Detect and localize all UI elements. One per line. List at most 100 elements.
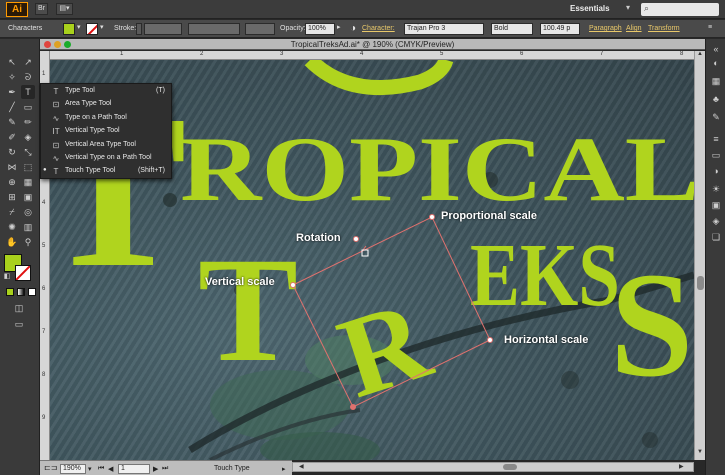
color-mode-icon[interactable] <box>6 288 14 296</box>
flyout-item-area-type-tool[interactable]: ⊡ Area Type Tool <box>41 98 171 111</box>
variable-width-profile-select[interactable] <box>188 23 240 35</box>
appearance-panel-icon[interactable]: ☀ <box>710 183 722 195</box>
vertical-scrollbar[interactable]: ▲ ▼ <box>694 51 705 460</box>
rotation-handle[interactable] <box>353 236 359 242</box>
previous-artboard-icon[interactable]: ◀ <box>108 465 113 473</box>
scroll-down-icon[interactable]: ▼ <box>697 449 703 455</box>
eyedropper-tool-icon[interactable]: ⌿ <box>5 205 19 219</box>
stroke-color-swatch[interactable] <box>15 265 31 281</box>
column-graph-tool-icon[interactable]: ▥ <box>21 220 35 234</box>
font-size-field[interactable]: 100.49 p <box>540 23 580 35</box>
rectangle-tool-icon[interactable]: ▭ <box>21 100 35 114</box>
shape-builder-tool-icon[interactable]: ⊕ <box>5 175 19 189</box>
default-colors-icon[interactable]: ◧ <box>2 272 12 282</box>
flyout-item-vertical-type-tool[interactable]: ⅠT Vertical Type Tool <box>41 125 171 138</box>
baseline-origin-handle[interactable] <box>350 404 356 410</box>
transform-panel-link[interactable]: Transform <box>648 25 680 32</box>
type-tool-icon[interactable]: T <box>21 85 35 99</box>
collapse-panels-icon[interactable]: « <box>710 43 722 55</box>
horizontal-ruler[interactable]: 1 2 3 4 5 6 7 8 <box>50 51 694 60</box>
flyout-item-type-on-path-tool[interactable]: ∿ Type on a Path Tool <box>41 112 171 125</box>
chevron-right-icon[interactable]: ▸ <box>337 23 341 31</box>
vertical-scroll-thumb[interactable] <box>697 276 704 290</box>
width-tool-icon[interactable]: ⋈ <box>5 160 19 174</box>
stroke-weight-stepper[interactable] <box>136 23 142 35</box>
gradient-panel-icon[interactable]: ▭ <box>710 149 722 161</box>
recolor-artwork-icon[interactable]: ◑ <box>350 23 356 34</box>
control-bar-menu-icon[interactable]: ≡ <box>708 24 712 31</box>
screen-mode-icon[interactable]: ▭ <box>12 317 26 331</box>
chevron-right-icon[interactable]: ▸ <box>282 465 286 473</box>
gradient-mode-icon[interactable] <box>17 288 25 296</box>
scroll-up-icon[interactable]: ▲ <box>697 51 703 57</box>
stroke-weight-field[interactable] <box>144 23 182 35</box>
zoom-level-field[interactable]: 190% <box>60 464 86 474</box>
horizontal-scale-handle[interactable] <box>487 337 493 343</box>
selection-tool-icon[interactable]: ↖ <box>5 55 19 69</box>
eraser-tool-icon[interactable]: ◈ <box>21 130 35 144</box>
vertical-scale-handle[interactable] <box>290 282 296 288</box>
fill-swatch[interactable] <box>63 23 75 35</box>
direct-selection-tool-icon[interactable]: ↗ <box>21 55 35 69</box>
layers-toggle-icon[interactable]: ⊏⊐ <box>44 463 57 472</box>
chevron-down-icon[interactable]: ▾ <box>77 23 81 31</box>
next-artboard-icon[interactable]: ▶ <box>153 465 158 473</box>
character-panel-link[interactable]: Character: <box>362 25 395 32</box>
zoom-tool-icon[interactable]: ⚲ <box>21 235 35 249</box>
perspective-grid-tool-icon[interactable]: ▦ <box>21 175 35 189</box>
font-style-field[interactable]: Bold <box>491 23 533 35</box>
scroll-right-icon[interactable]: ▶ <box>679 463 684 470</box>
horizontal-scrollbar[interactable]: ◀ ▶ <box>292 462 694 472</box>
proportional-scale-handle[interactable] <box>429 214 435 220</box>
workspace-switcher[interactable]: Essentials <box>570 4 610 13</box>
flyout-item-vertical-area-type-tool[interactable]: ⊡ Vertical Area Type Tool <box>41 139 171 152</box>
scroll-left-icon[interactable]: ◀ <box>299 463 304 470</box>
magic-wand-tool-icon[interactable]: ✧ <box>5 70 19 84</box>
bridge-icon[interactable]: Br <box>35 3 48 15</box>
align-panel-link[interactable]: Align <box>626 25 642 32</box>
transparency-panel-icon[interactable]: ◑ <box>710 165 722 177</box>
graphic-styles-icon[interactable]: ▣ <box>710 199 722 211</box>
symbols-panel-icon[interactable]: ♣ <box>710 93 722 105</box>
first-artboard-icon[interactable]: ⏮ <box>98 465 104 473</box>
flyout-item-vertical-type-on-path-tool[interactable]: ∿ Vertical Type on a Path Tool <box>41 152 171 165</box>
artboard-number-field[interactable]: 1 <box>118 464 150 474</box>
rotate-tool-icon[interactable]: ↻ <box>5 145 19 159</box>
paintbrush-tool-icon[interactable]: ✎ <box>5 115 19 129</box>
flyout-item-type-tool[interactable]: T Type Tool (T) <box>41 85 171 98</box>
artboards-panel-icon[interactable]: ❏ <box>710 231 722 243</box>
blob-brush-tool-icon[interactable]: ✐ <box>5 130 19 144</box>
hand-tool-icon[interactable]: ✋ <box>5 235 19 249</box>
last-artboard-icon[interactable]: ⏭ <box>162 465 168 473</box>
drawing-modes-icon[interactable]: ◫ <box>12 301 26 315</box>
paragraph-panel-link[interactable]: Paragraph <box>589 25 622 32</box>
free-transform-tool-icon[interactable]: ⬚ <box>21 160 35 174</box>
opacity-field[interactable]: 100% <box>305 23 335 35</box>
brush-definition-select[interactable] <box>245 23 275 35</box>
gradient-tool-icon[interactable]: ▣ <box>21 190 35 204</box>
font-family-field[interactable]: Trajan Pro 3 <box>404 23 484 35</box>
horizontal-scroll-thumb[interactable] <box>503 464 517 470</box>
flyout-item-touch-type-tool[interactable]: ● T Touch Type Tool (Shift+T) <box>41 165 171 178</box>
mesh-tool-icon[interactable]: ⊞ <box>5 190 19 204</box>
arrange-documents-icon[interactable]: ▤▾ <box>56 3 73 15</box>
color-guide-icon[interactable]: ▦ <box>710 75 722 87</box>
chevron-down-icon[interactable]: ▾ <box>626 3 630 12</box>
none-mode-icon[interactable] <box>28 288 36 296</box>
chevron-down-icon[interactable]: ▾ <box>100 23 104 31</box>
stroke-swatch-none[interactable] <box>86 23 98 35</box>
stroke-panel-icon[interactable]: ≡ <box>710 133 722 145</box>
blend-tool-icon[interactable]: ◎ <box>21 205 35 219</box>
brushes-panel-icon[interactable]: ✎ <box>710 111 722 123</box>
color-panel-icon[interactable]: ◐ <box>710 57 722 69</box>
line-tool-icon[interactable]: ╱ <box>5 100 19 114</box>
lasso-tool-icon[interactable]: ᘐ <box>21 70 35 84</box>
pencil-tool-icon[interactable]: ✏ <box>21 115 35 129</box>
scale-tool-icon[interactable]: ⤡ <box>21 145 35 159</box>
current-tool-status[interactable]: Touch Type <box>214 465 250 472</box>
chevron-down-icon[interactable]: ▾ <box>88 465 92 473</box>
help-search-input[interactable]: ⌕ <box>641 3 719 16</box>
symbol-sprayer-tool-icon[interactable]: ✺ <box>5 220 19 234</box>
layers-panel-icon[interactable]: ◈ <box>710 215 722 227</box>
pen-tool-icon[interactable]: ✒ <box>5 85 19 99</box>
